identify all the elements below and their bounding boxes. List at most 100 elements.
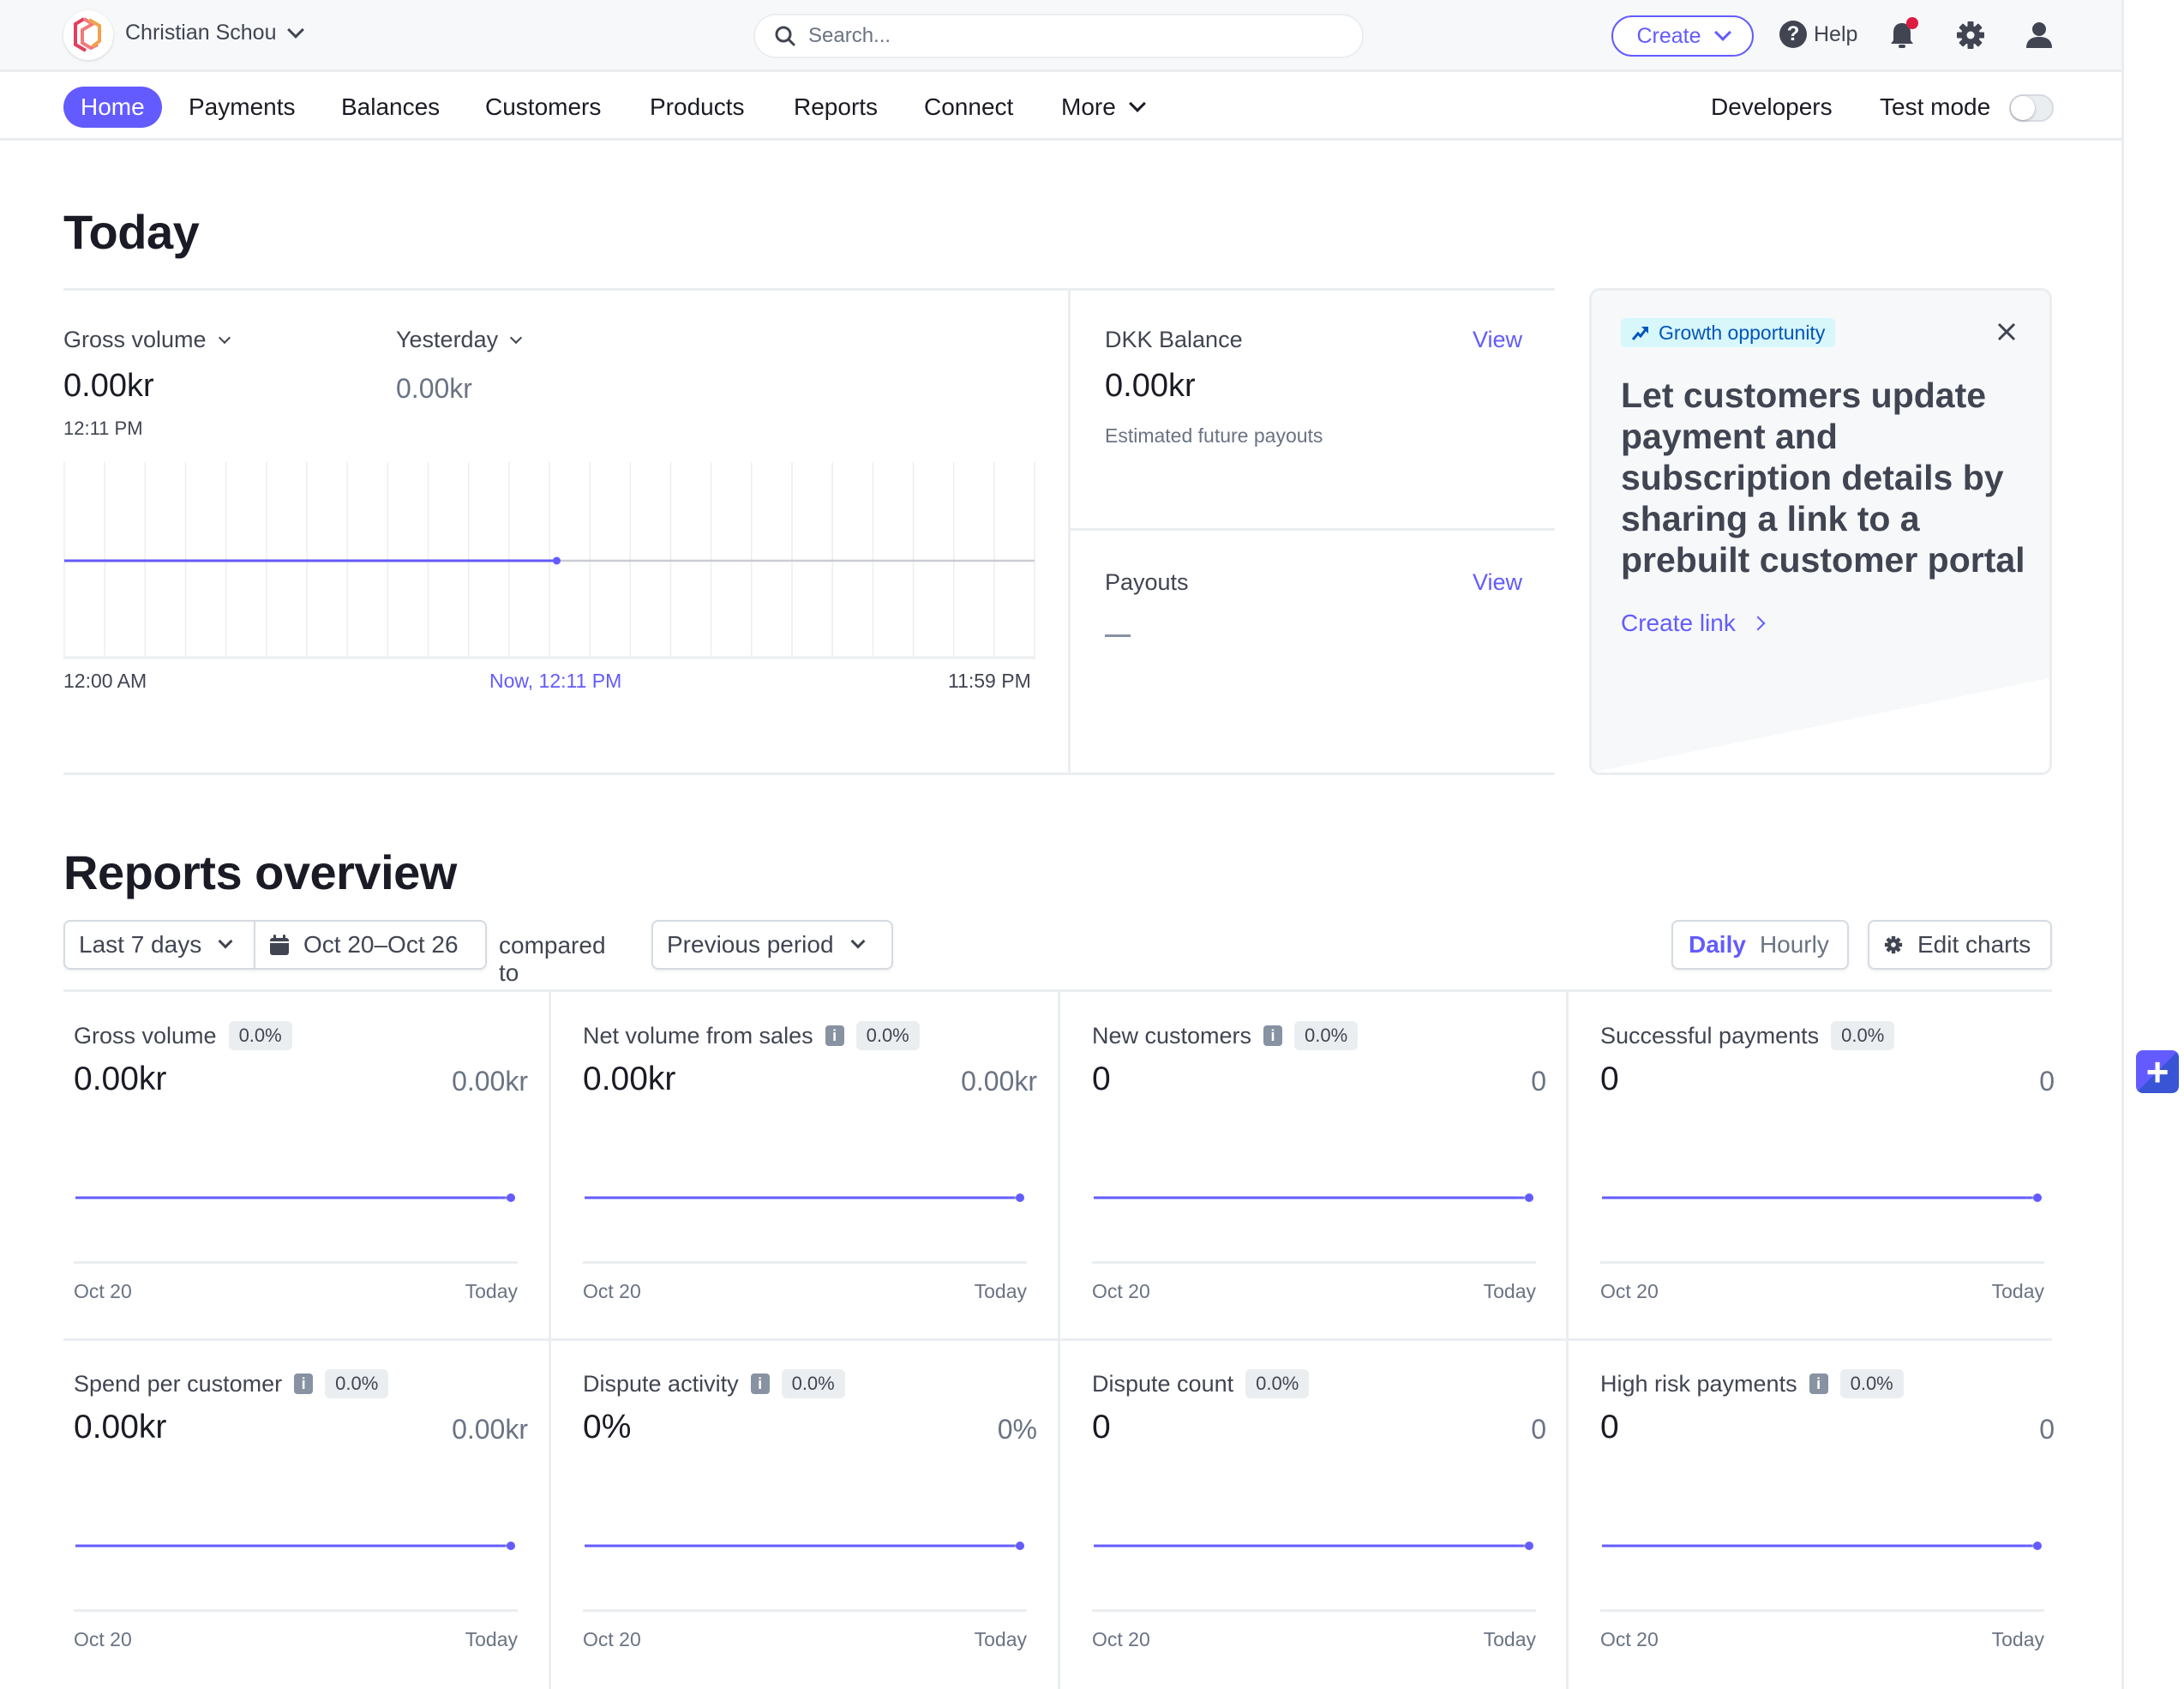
card-previous-value: 0	[1531, 1066, 1546, 1097]
sparkline-chart[interactable]	[1600, 1185, 2044, 1211]
balance-value: 0.00kr	[1105, 368, 1196, 404]
close-icon[interactable]	[1993, 318, 2020, 346]
nav-developers[interactable]: Developers	[1711, 87, 1833, 128]
nav-balances-label: Balances	[341, 93, 441, 120]
range-select-label: Last 7 days	[79, 931, 202, 958]
report-card[interactable]: New customers i 0.0% 0 0 Oct 20 Today	[1082, 992, 1579, 1340]
info-icon[interactable]: i	[294, 1373, 314, 1394]
account-switcher[interactable]: Christian Schou	[125, 21, 305, 45]
card-previous-value: 0%	[997, 1414, 1037, 1445]
account-name: Christian Schou	[125, 21, 277, 45]
sparkline-baseline	[1092, 1609, 1536, 1612]
reports-overview-title: Reports overview	[63, 845, 457, 899]
sparkline-end-point	[1016, 1193, 1024, 1202]
growth-badge-label: Growth opportunity	[1659, 321, 1826, 344]
info-icon[interactable]: i	[750, 1373, 770, 1394]
report-card[interactable]: High risk payments i 0.0% 0 0 Oct 20 Today	[1590, 1340, 2087, 1688]
range-select[interactable]: Last 7 days	[63, 920, 255, 970]
nav-connect[interactable]: Connect	[924, 87, 1013, 128]
nav-payments[interactable]: Payments	[189, 87, 296, 128]
reports-grid: Gross volume 0.0% 0.00kr 0.00kr Oct 20 Today N…	[63, 989, 2055, 1689]
sparkline-chart[interactable]	[1092, 1533, 1536, 1559]
granularity-hourly[interactable]: Hourly	[1760, 931, 1829, 959]
sparkline-chart[interactable]	[1092, 1185, 1536, 1211]
create-link-button[interactable]: Create link	[1621, 610, 1766, 637]
help-button[interactable]: ? Help	[1779, 21, 1857, 48]
compare-selector[interactable]: Yesterday	[396, 327, 523, 353]
card-title: Successful payments 0.0%	[1600, 1021, 1895, 1050]
chevron-down-icon	[850, 934, 866, 949]
sparkline-end-point	[1525, 1542, 1533, 1550]
compare-period-label: Previous period	[667, 931, 834, 958]
nav-home[interactable]: Home	[63, 87, 162, 128]
sparkline-chart[interactable]	[583, 1533, 1027, 1559]
payouts-empty-value	[1105, 634, 1131, 637]
sparkline-chart[interactable]	[74, 1185, 518, 1211]
card-title: Dispute activity i 0.0%	[583, 1369, 845, 1398]
nav-customers[interactable]: Customers	[485, 87, 601, 128]
test-mode-label: Test mode	[1880, 87, 1990, 128]
hexagon-logo-icon	[74, 17, 101, 52]
notifications-button[interactable]	[1886, 17, 1918, 51]
balance-title: DKK Balance	[1105, 327, 1243, 352]
compare-period-select[interactable]: Previous period	[651, 920, 893, 970]
card-title-text: Dispute count	[1092, 1370, 1234, 1397]
sparkline-chart[interactable]	[1600, 1533, 2044, 1559]
nav-balances[interactable]: Balances	[341, 87, 440, 128]
metric-selector-label: Gross volume	[63, 327, 207, 352]
nav-products-label: Products	[650, 93, 745, 120]
top-bar: Christian Schou Create ? Help	[0, 0, 2121, 72]
x-axis-start-label: Oct 20	[583, 1280, 641, 1302]
nav-reports[interactable]: Reports	[794, 87, 878, 128]
card-value: 0	[1600, 1061, 1619, 1097]
change-badge: 0.0%	[1831, 1021, 1895, 1050]
metric-selector[interactable]: Gross volume	[63, 327, 231, 353]
test-mode-text: Test mode	[1880, 93, 1991, 120]
create-label: Create	[1636, 23, 1701, 48]
now-point	[552, 556, 561, 565]
search-input[interactable]	[808, 24, 1323, 48]
card-title: New customers i 0.0%	[1092, 1021, 1359, 1050]
sparkline-chart[interactable]	[74, 1533, 518, 1559]
search-bar[interactable]	[753, 14, 1364, 58]
chevron-down-icon	[287, 21, 305, 39]
payouts-view-link[interactable]: View	[1473, 569, 1522, 596]
granularity-daily[interactable]: Daily	[1689, 931, 1746, 959]
card-title-text: High risk payments	[1600, 1370, 1797, 1397]
info-icon[interactable]: i	[825, 1025, 844, 1046]
growth-title: Let customers update payment and subscri…	[1621, 376, 2025, 580]
x-axis-start-label: Oct 20	[1600, 1628, 1659, 1650]
nav-products[interactable]: Products	[650, 87, 745, 128]
report-card[interactable]: Net volume from sales i 0.0% 0.00kr 0.00kr Oc…	[573, 992, 1070, 1340]
report-card[interactable]: Dispute count 0.0% 0 0 Oct 20 Today	[1082, 1340, 1579, 1688]
profile-button[interactable]	[2023, 19, 2055, 51]
test-mode-toggle[interactable]	[2009, 94, 2054, 122]
report-card[interactable]: Successful payments 0.0% 0 0 Oct 20 Today	[1590, 992, 2087, 1340]
card-previous-value: 0	[1531, 1414, 1546, 1445]
report-card[interactable]: Spend per customer i 0.0% 0.00kr 0.00kr Oct 2…	[63, 1340, 561, 1688]
info-icon[interactable]: i	[1809, 1373, 1828, 1394]
main-nav: Home Payments Balances Customers Product…	[0, 72, 2121, 141]
x-axis-end-label: Today	[465, 1628, 518, 1650]
date-range-picker[interactable]: Oct 20–Oct 26	[254, 920, 487, 970]
sparkline-end-point	[2033, 1542, 2042, 1550]
x-axis-end-label: Today	[974, 1628, 1027, 1650]
report-card[interactable]: Dispute activity i 0.0% 0% 0% Oct 20 Today	[573, 1340, 1070, 1688]
report-card[interactable]: Gross volume 0.0% 0.00kr 0.00kr Oct 20 Today	[63, 992, 561, 1340]
x-axis-end-label: Today	[1483, 1628, 1536, 1650]
card-value: 0.00kr	[74, 1061, 167, 1097]
x-axis-start-label: Oct 20	[1092, 1628, 1150, 1650]
today-gross-volume-chart[interactable]	[63, 462, 1035, 659]
add-widget-button[interactable]: +	[2136, 1050, 2179, 1093]
sparkline-chart[interactable]	[583, 1185, 1027, 1211]
balance-view-link[interactable]: View	[1473, 327, 1522, 353]
notification-badge	[1906, 17, 1918, 29]
create-button[interactable]: Create	[1611, 15, 1754, 57]
nav-more[interactable]: More	[1061, 87, 1146, 128]
nav-customers-label: Customers	[485, 93, 602, 120]
account-logo[interactable]	[63, 10, 113, 60]
info-icon[interactable]: i	[1263, 1025, 1283, 1046]
change-badge: 0.0%	[1839, 1369, 1904, 1398]
edit-charts-button[interactable]: Edit charts	[1868, 920, 2052, 970]
settings-button[interactable]	[1954, 19, 1987, 51]
